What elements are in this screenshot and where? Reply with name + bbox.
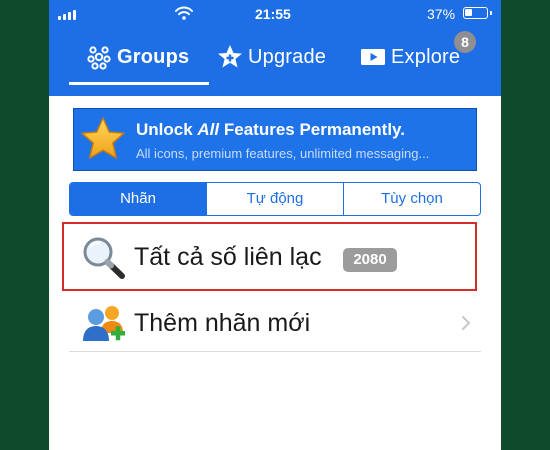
play-icon <box>361 49 385 65</box>
battery-icon <box>463 7 492 19</box>
top-bar: 21:55 37% Groups Upgrade Explore 8 <box>49 0 501 96</box>
tab-upgrade[interactable]: Upgrade <box>217 42 326 72</box>
tab-groups-label: Groups <box>117 45 190 68</box>
banner-title: Unlock All Features Permanently. <box>136 120 405 139</box>
segment-labels[interactable]: Nhãn <box>70 183 206 215</box>
tab-explore[interactable]: Explore <box>360 42 460 72</box>
segment-options[interactable]: Tùy chọn <box>343 183 480 215</box>
signal-icon <box>58 10 76 20</box>
chevron-right-icon <box>462 316 470 330</box>
add-label-text: Thêm nhãn mới <box>134 309 311 337</box>
add-group-icon <box>83 306 125 341</box>
tab-explore-label: Explore <box>391 45 461 68</box>
active-tab-indicator <box>69 82 209 85</box>
wifi-icon <box>175 6 193 20</box>
battery-percent: 37% <box>427 6 456 22</box>
tab-groups[interactable]: Groups <box>86 42 189 72</box>
banner-subtitle: All icons, premium features, unlimited m… <box>136 146 430 161</box>
gold-star-icon <box>81 117 125 159</box>
star-plus-icon <box>218 45 242 68</box>
status-bar: 21:55 37% <box>49 0 501 28</box>
segmented-control: Nhãn Tự động Tùy chọn <box>69 182 481 216</box>
segment-auto[interactable]: Tự động <box>206 183 343 215</box>
upgrade-banner[interactable]: Unlock All Features Permanently. All ico… <box>73 108 477 171</box>
list-item-add-label[interactable]: Thêm nhãn mới <box>69 292 481 352</box>
explore-badge: 8 <box>454 31 476 53</box>
battery-fill <box>465 9 472 16</box>
highlight-box <box>62 222 477 291</box>
clock: 21:55 <box>255 6 291 22</box>
groups-icon <box>87 46 111 70</box>
tab-upgrade-label: Upgrade <box>248 45 327 68</box>
